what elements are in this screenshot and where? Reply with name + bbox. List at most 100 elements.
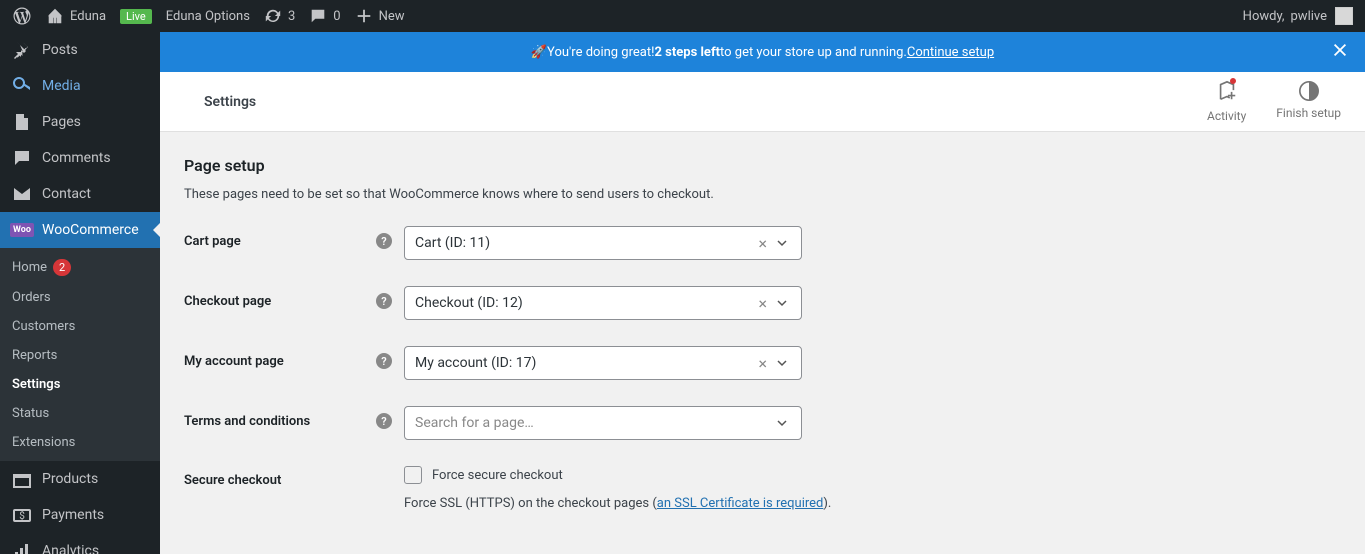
analytics-icon — [12, 541, 32, 554]
submenu-item-customers[interactable]: Customers — [0, 312, 160, 341]
submenu-label: Extensions — [12, 435, 75, 450]
username: pwlive — [1291, 9, 1328, 24]
submenu-item-extensions[interactable]: Extensions — [0, 428, 160, 457]
comments-count: 0 — [333, 9, 340, 24]
sidebar-item-analytics[interactable]: Analytics — [0, 533, 160, 554]
sidebar-label: Products — [42, 471, 98, 487]
myaccount-page-label: My account page — [184, 354, 284, 369]
submenu-label: Settings — [12, 377, 60, 392]
finish-setup-button[interactable]: Finish setup — [1276, 80, 1341, 123]
submenu-label: Status — [12, 406, 49, 421]
section-title: Page setup — [184, 156, 1341, 175]
sidebar-label: Contact — [42, 186, 91, 202]
site-name: Eduna — [70, 9, 106, 24]
sidebar-item-woocommerce[interactable]: Woo WooCommerce — [0, 212, 160, 248]
secure-checkout-label: Secure checkout — [184, 473, 281, 488]
site-link[interactable]: Eduna — [46, 7, 106, 25]
help-icon[interactable]: ? — [376, 353, 392, 369]
clear-icon[interactable]: × — [752, 294, 773, 313]
help-after: ). — [823, 496, 831, 511]
help-before: Force SSL (HTTPS) on the checkout pages … — [404, 496, 657, 511]
submenu-item-orders[interactable]: Orders — [0, 283, 160, 312]
force-secure-label: Force secure checkout — [432, 468, 563, 483]
chevron-down-icon — [773, 417, 791, 429]
submenu-item-home[interactable]: Home 2 — [0, 252, 160, 283]
admin-sidebar: Posts Media Pages Comments Contact Woo W… — [0, 32, 160, 554]
sidebar-item-pages[interactable]: Pages — [0, 104, 160, 140]
submenu-item-status[interactable]: Status — [0, 399, 160, 428]
continue-setup-link[interactable]: Continue setup — [907, 45, 994, 60]
sidebar-item-contact[interactable]: Contact — [0, 176, 160, 212]
checkout-page-select[interactable]: Checkout (ID: 12) × — [404, 286, 802, 320]
sidebar-label: WooCommerce — [42, 222, 139, 238]
chevron-down-icon — [773, 297, 791, 309]
submenu-label: Orders — [12, 290, 51, 305]
chevron-down-icon — [773, 237, 791, 249]
avatar[interactable] — [1335, 7, 1353, 25]
sidebar-item-comments[interactable]: Comments — [0, 140, 160, 176]
activity-label: Activity — [1207, 109, 1246, 123]
main-content: 🚀 You're doing great! 2 steps left to ge… — [160, 32, 1365, 554]
cart-page-select[interactable]: Cart (ID: 11) × — [404, 226, 802, 260]
banner-text-after: to get your store up and running. — [720, 45, 907, 60]
sidebar-label: Comments — [42, 150, 111, 166]
sidebar-label: Analytics — [42, 543, 99, 554]
sidebar-item-media[interactable]: Media — [0, 68, 160, 104]
sidebar-item-posts[interactable]: Posts — [0, 32, 160, 68]
sidebar-label: Payments — [42, 507, 104, 523]
myaccount-page-select[interactable]: My account (ID: 17) × — [404, 346, 802, 380]
sidebar-item-products[interactable]: Products — [0, 461, 160, 497]
comments-icon — [12, 148, 32, 168]
sidebar-label: Posts — [42, 42, 78, 58]
new-label: New — [379, 9, 405, 24]
submenu-label: Customers — [12, 319, 75, 334]
account-link[interactable]: Howdy, pwlive — [1243, 9, 1327, 24]
chevron-down-icon — [773, 357, 791, 369]
close-banner-button[interactable] — [1331, 41, 1349, 63]
howdy-prefix: Howdy, — [1243, 9, 1285, 24]
myaccount-page-value: My account (ID: 17) — [415, 355, 752, 371]
checkout-page-label: Checkout page — [184, 294, 271, 309]
eduna-options-link[interactable]: Eduna Options — [166, 9, 250, 24]
new-link[interactable]: New — [355, 7, 405, 25]
updates-count: 3 — [288, 9, 295, 24]
rocket-icon: 🚀 — [531, 45, 547, 60]
comments-link[interactable]: 0 — [309, 7, 340, 25]
live-badge: Live — [120, 9, 152, 24]
clear-icon[interactable]: × — [752, 234, 773, 253]
setup-banner: 🚀 You're doing great! 2 steps left to ge… — [160, 32, 1365, 72]
pin-icon — [12, 40, 32, 60]
help-icon[interactable]: ? — [376, 413, 392, 429]
secure-help-text: Force SSL (HTTPS) on the checkout pages … — [404, 496, 1341, 511]
submenu-label: Reports — [12, 348, 57, 363]
cart-page-label: Cart page — [184, 234, 241, 249]
page-title: Settings — [204, 94, 256, 110]
sidebar-label: Pages — [42, 114, 81, 130]
submenu-item-reports[interactable]: Reports — [0, 341, 160, 370]
cart-page-value: Cart (ID: 11) — [415, 235, 752, 251]
checkout-page-value: Checkout (ID: 12) — [415, 295, 752, 311]
force-secure-checkbox[interactable] — [404, 466, 422, 484]
clear-icon[interactable]: × — [752, 354, 773, 373]
ssl-cert-link[interactable]: an SSL Certificate is required — [657, 496, 824, 511]
woo-icon: Woo — [12, 220, 32, 240]
media-icon — [12, 76, 32, 96]
help-icon[interactable]: ? — [376, 293, 392, 309]
help-icon[interactable]: ? — [376, 233, 392, 249]
banner-steps: 2 steps left — [654, 45, 720, 60]
submenu-label: Home — [12, 260, 47, 275]
products-icon — [12, 469, 32, 489]
updates-link[interactable]: 3 — [264, 7, 295, 25]
wp-logo[interactable] — [12, 6, 32, 26]
terms-page-select[interactable]: Search for a page… — [404, 406, 802, 440]
payments-icon: $ — [12, 505, 32, 525]
svg-text:$: $ — [19, 509, 25, 522]
terms-page-label: Terms and conditions — [184, 414, 310, 429]
pages-icon — [12, 112, 32, 132]
sidebar-item-payments[interactable]: $ Payments — [0, 497, 160, 533]
activity-button[interactable]: Activity — [1207, 80, 1246, 123]
count-badge: 2 — [53, 259, 71, 276]
submenu-item-settings[interactable]: Settings — [0, 370, 160, 399]
banner-text-before: You're doing great! — [547, 45, 654, 60]
notification-dot — [1230, 78, 1236, 84]
